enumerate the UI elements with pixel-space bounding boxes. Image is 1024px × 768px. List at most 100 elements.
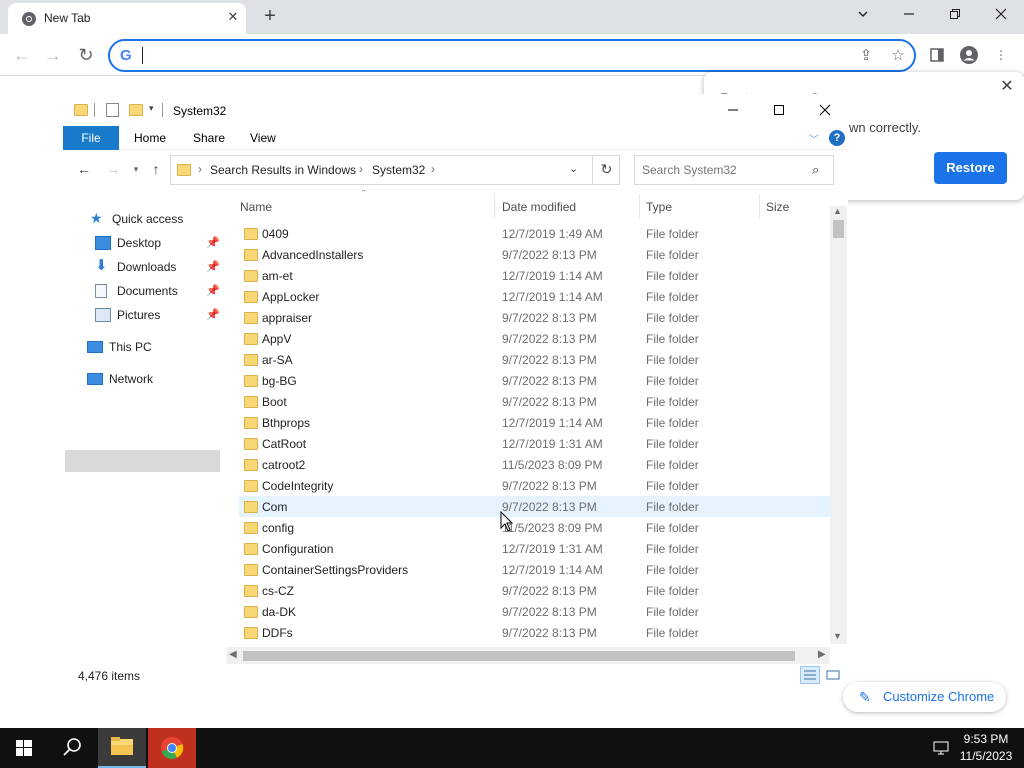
start-button[interactable] (0, 728, 48, 768)
table-row[interactable]: Bthprops 12/7/2019 1:14 AM File folder (239, 412, 831, 433)
table-row[interactable]: CatRoot 12/7/2019 1:31 AM File folder (239, 433, 831, 454)
close-icon[interactable]: ✕ (998, 76, 1016, 96)
customize-chrome-button[interactable]: ✎ Customize Chrome (843, 682, 1006, 712)
table-row[interactable]: 0409 12/7/2019 1:49 AM File folder (239, 223, 831, 244)
tab-file[interactable]: File (63, 126, 119, 150)
scroll-right-icon[interactable]: ▶ (818, 649, 826, 660)
table-row[interactable]: cs-CZ 9/7/2022 8:13 PM File folder (239, 580, 831, 601)
scrollbar-thumb[interactable] (243, 651, 795, 661)
taskbar-file-explorer[interactable] (98, 728, 146, 768)
address-bar-input[interactable] (142, 46, 822, 66)
forward-button[interactable]: → (41, 43, 65, 67)
tab-home[interactable]: Home (120, 126, 180, 150)
explorer-maximize-button[interactable] (756, 98, 802, 122)
table-row[interactable]: Configuration 12/7/2019 1:31 AM File folde… (239, 538, 831, 559)
column-header-date[interactable]: Date modified (502, 200, 576, 214)
file-type: File folder (646, 521, 699, 535)
breadcrumb-chevron-icon[interactable]: › (431, 162, 435, 176)
scrollbar-thumb[interactable] (833, 220, 844, 238)
vertical-scrollbar[interactable]: ▲ ▼ (830, 206, 847, 644)
new-tab-button[interactable]: + (258, 5, 282, 29)
refresh-button[interactable]: ↻ (592, 155, 620, 185)
table-row[interactable]: AppV 9/7/2022 8:13 PM File folder (239, 328, 831, 349)
chrome-menu-icon[interactable]: ⋮ (989, 43, 1013, 67)
table-row[interactable]: bg-BG 9/7/2022 8:13 PM File folder (239, 370, 831, 391)
address-bar[interactable]: › Search Results in Windows › System32 ›… (170, 155, 620, 185)
network-status-icon[interactable] (932, 740, 952, 756)
taskbar-chrome[interactable] (148, 728, 196, 768)
column-header-name[interactable]: Name (240, 200, 272, 214)
explorer-minimize-button[interactable] (710, 98, 756, 122)
scroll-down-icon[interactable]: ▼ (833, 631, 842, 641)
table-row[interactable]: AppLocker 12/7/2019 1:14 AM File folder (239, 286, 831, 307)
large-icons-view-icon[interactable] (823, 666, 843, 684)
recent-locations-icon[interactable]: ▾ (127, 160, 145, 178)
tab-close-icon[interactable]: ✕ (225, 9, 241, 25)
file-date: 9/7/2022 8:13 PM (502, 500, 597, 514)
pin-icon[interactable]: 📌 (206, 236, 220, 249)
column-divider[interactable] (494, 194, 495, 218)
new-folder-icon[interactable] (129, 104, 143, 116)
tab-share[interactable]: Share (179, 126, 239, 150)
expand-ribbon-icon[interactable]: ﹀ (809, 131, 819, 146)
table-row[interactable]: ContainerSettingsProviders 12/7/2019 1:14… (239, 559, 831, 580)
address-dropdown-icon[interactable]: ⌄ (569, 162, 578, 175)
pin-icon[interactable]: 📌 (206, 308, 220, 321)
system-clock[interactable]: 9:53 PM 11/5/2023 (955, 731, 1017, 765)
file-type: File folder (646, 542, 699, 556)
column-divider[interactable] (759, 194, 760, 218)
explorer-back-button[interactable]: ← (75, 160, 93, 178)
bookmark-star-icon[interactable]: ☆ (889, 47, 907, 65)
scroll-left-icon[interactable]: ◀ (229, 649, 237, 660)
search-box[interactable]: ⌕ (634, 155, 834, 185)
table-row[interactable]: CodeIntegrity 9/7/2022 8:13 PM File folder (239, 475, 831, 496)
details-view-icon[interactable] (800, 666, 820, 684)
table-row[interactable]: ar-SA 9/7/2022 8:13 PM File folder (239, 349, 831, 370)
breadcrumb-chevron-icon[interactable]: › (359, 162, 363, 176)
table-row[interactable]: Com 9/7/2022 8:13 PM File folder (239, 496, 831, 517)
breadcrumb-system32[interactable]: System32 (372, 163, 425, 177)
column-divider[interactable] (639, 194, 640, 218)
column-header-size[interactable]: Size (766, 200, 789, 214)
nav-selection-highlight (65, 450, 220, 472)
table-row[interactable]: appraiser 9/7/2022 8:13 PM File folder (239, 307, 831, 328)
column-header-type[interactable]: Type (646, 200, 672, 214)
minimize-button[interactable] (895, 4, 923, 26)
tab-search-button[interactable] (849, 4, 877, 26)
table-row[interactable]: Boot 9/7/2022 8:13 PM File folder (239, 391, 831, 412)
help-icon[interactable]: ? (829, 130, 845, 146)
close-window-button[interactable] (987, 4, 1015, 26)
taskbar-search-button[interactable] (48, 728, 96, 768)
omnibox[interactable]: G ⇪ ☆ (108, 39, 916, 72)
back-button[interactable]: ← (10, 43, 34, 67)
customize-qat-icon[interactable]: ▾ (149, 103, 154, 114)
share-icon[interactable]: ⇪ (857, 47, 875, 65)
pin-icon[interactable]: 📌 (206, 284, 220, 297)
table-row[interactable]: catroot2 11/5/2023 8:09 PM File folder (239, 454, 831, 475)
restore-button[interactable]: Restore (934, 152, 1007, 184)
breadcrumb-chevron-icon[interactable]: › (198, 162, 202, 176)
breadcrumb-search-results[interactable]: Search Results in Windows (210, 163, 356, 177)
reload-button[interactable]: ↻ (74, 43, 98, 67)
explorer-forward-button[interactable]: → (104, 160, 122, 178)
scroll-up-icon[interactable]: ▲ (833, 206, 842, 216)
up-button[interactable]: ↑ (147, 160, 165, 178)
horizontal-scrollbar[interactable]: ◀ ▶ (226, 647, 830, 664)
tab-new-tab[interactable]: New Tab ✕ (8, 3, 246, 34)
profile-avatar-icon[interactable] (957, 43, 981, 67)
table-row[interactable]: DDFs 9/7/2022 8:13 PM File folder (239, 622, 831, 643)
tab-view[interactable]: View (236, 126, 290, 150)
folder-icon (244, 459, 258, 471)
properties-icon[interactable] (106, 103, 119, 117)
restore-window-button[interactable] (941, 4, 969, 26)
table-row[interactable]: da-DK 9/7/2022 8:13 PM File folder (239, 601, 831, 622)
search-input[interactable] (642, 163, 802, 177)
explorer-close-button[interactable] (802, 98, 848, 122)
side-panel-icon[interactable] (925, 43, 949, 67)
table-row[interactable]: am-et 12/7/2019 1:14 AM File folder (239, 265, 831, 286)
pin-icon[interactable]: 📌 (206, 260, 220, 273)
pencil-icon: ✎ (859, 689, 871, 705)
table-row[interactable]: AdvancedInstallers 9/7/2022 8:13 PM File f… (239, 244, 831, 265)
file-date: 9/7/2022 8:13 PM (502, 332, 597, 346)
table-row[interactable]: config 11/5/2023 8:09 PM File folder (239, 517, 831, 538)
